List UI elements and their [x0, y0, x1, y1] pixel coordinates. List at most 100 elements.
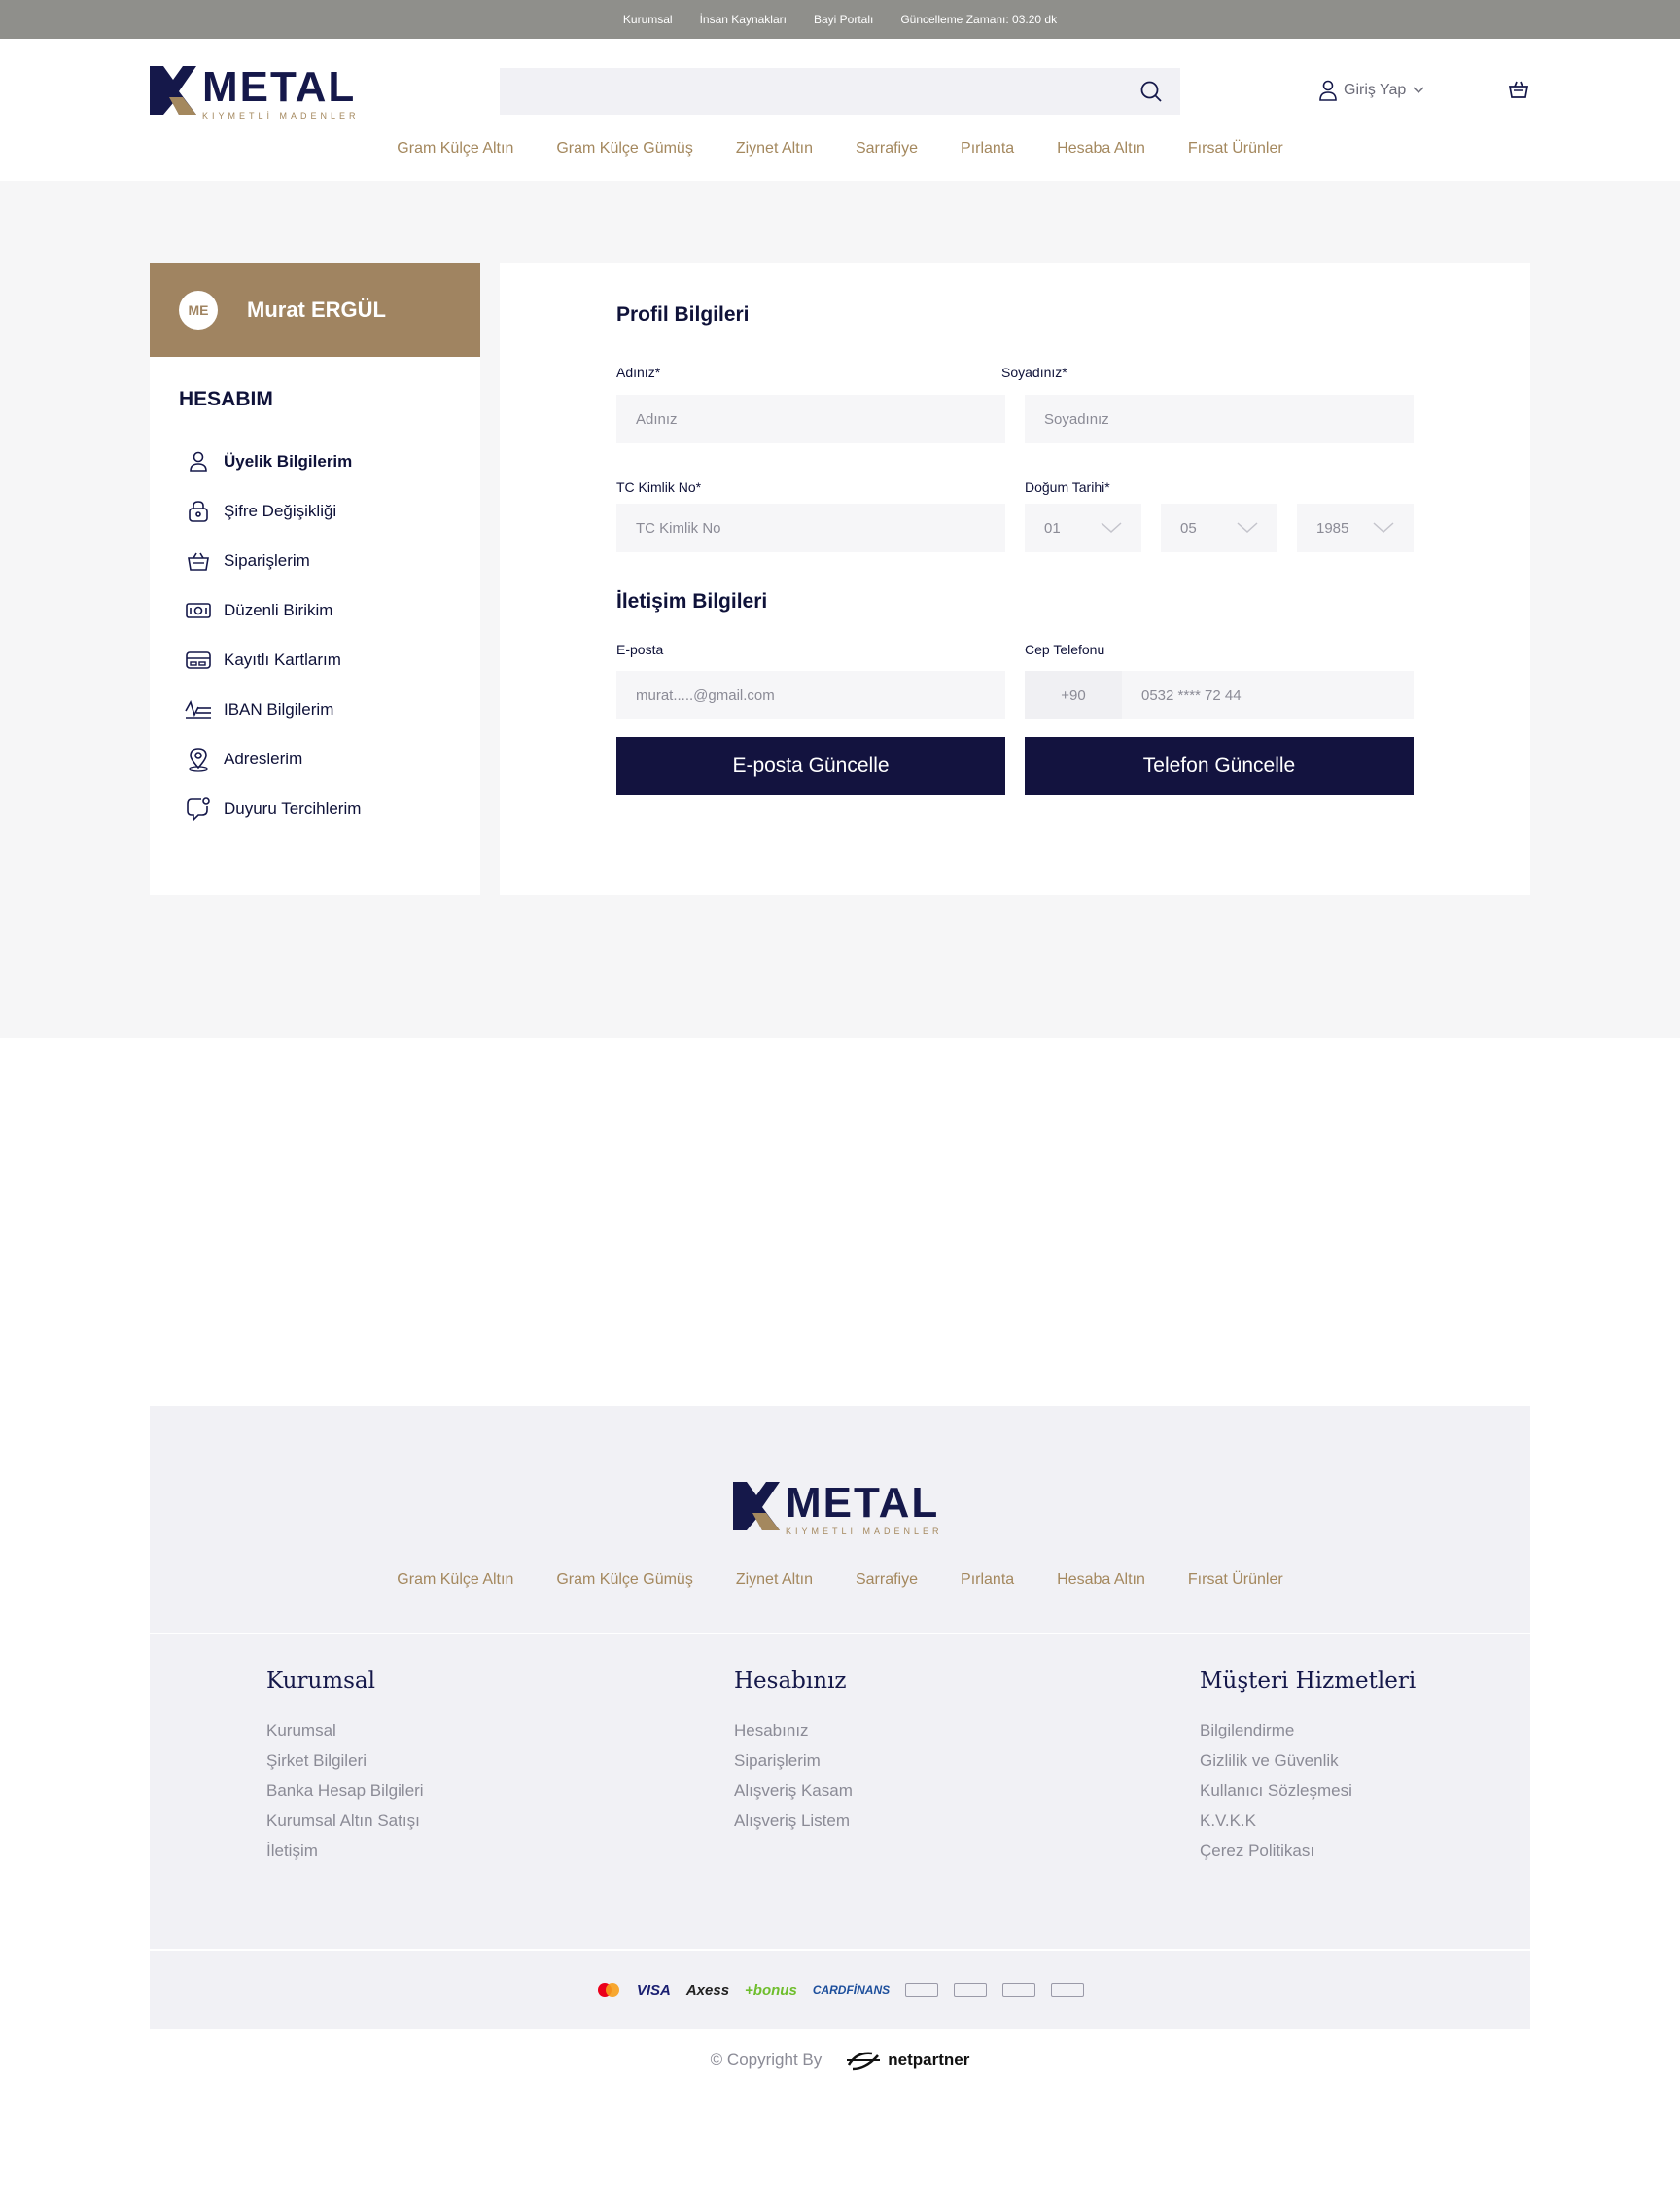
axess-logo: Axess	[685, 1982, 730, 1999]
footer-link[interactable]: Hesabınız	[734, 1721, 853, 1751]
sidebar-item-adresler[interactable]: Adreslerim	[150, 734, 480, 784]
first-name-field[interactable]: Adınız	[616, 395, 1005, 443]
mastercard-icon	[597, 1983, 619, 1997]
footer-link[interactable]: K.V.K.K	[1200, 1811, 1416, 1842]
login-label: Giriş Yap	[1344, 82, 1407, 98]
last-name-field[interactable]: Soyadınız	[1025, 395, 1414, 443]
footer-nav-item[interactable]: Gram Külçe Altın	[397, 1571, 513, 1589]
footer-nav: Gram Külçe Altın Gram Külçe Gümüş Ziynet…	[0, 1571, 1680, 1589]
last-name-label: Soyadınız*	[1001, 365, 1068, 380]
site-logo[interactable]: METAL KIYMETLİ MADENLER	[150, 66, 360, 121]
site-header: METAL KIYMETLİ MADENLER Giriş Yap	[0, 39, 1680, 181]
topbar-link-ik[interactable]: İnsan Kaynakları	[700, 0, 787, 39]
card-brand-icon	[954, 1983, 988, 1997]
footer-link[interactable]: Alışveriş Kasam	[734, 1781, 853, 1811]
sidebar-item-duzenli-birikim[interactable]: Düzenli Birikim	[150, 585, 480, 635]
nav-item-ziynet-altin[interactable]: Ziynet Altın	[736, 140, 813, 158]
footer-nav-item[interactable]: Pırlanta	[961, 1571, 1014, 1589]
nav-item-sarrafiye[interactable]: Sarrafiye	[856, 140, 918, 158]
partner-logo[interactable]: netpartner	[845, 2048, 969, 2073]
card-brand-icon	[905, 1983, 939, 1997]
footer-link[interactable]: Kurumsal Altın Satışı	[266, 1811, 424, 1842]
footer-nav-item[interactable]: Ziynet Altın	[736, 1571, 813, 1589]
footer-link[interactable]: Gizlilik ve Güvenlik	[1200, 1751, 1416, 1781]
contact-title: İletişim Bilgileri	[616, 590, 768, 613]
footer-link[interactable]: Çerez Politikası	[1200, 1842, 1416, 1872]
footer-column-title: Kurumsal	[266, 1668, 375, 1694]
user-icon	[1319, 80, 1337, 101]
user-name: Murat ERGÜL	[247, 297, 386, 322]
email-update-button[interactable]: E-posta Güncelle	[616, 737, 1005, 795]
tc-field[interactable]: TC Kimlik No	[616, 504, 1005, 552]
tc-label: TC Kimlik No*	[616, 479, 702, 495]
card-icon	[185, 647, 212, 674]
iban-icon	[185, 696, 212, 723]
nav-item-gram-kulce-altin[interactable]: Gram Külçe Altın	[397, 140, 513, 158]
bonus-logo: +bonus	[745, 1982, 797, 1999]
sidebar-item-sifre[interactable]: Şifre Değişikliği	[150, 486, 480, 536]
footer-logo-tagline: KIYMETLİ MADENLER	[786, 1527, 943, 1536]
sidebar-item-siparisler[interactable]: Siparişlerim	[150, 536, 480, 585]
top-bar: Kurumsal İnsan Kaynakları Bayi Portalı G…	[0, 0, 1680, 39]
footer-nav-item[interactable]: Fırsat Ürünler	[1188, 1571, 1283, 1589]
logo-name: METAL	[202, 63, 357, 111]
sidebar-item-duyuru[interactable]: Duyuru Tercihlerim	[150, 784, 480, 833]
footer-link[interactable]: Banka Hesap Bilgileri	[266, 1781, 424, 1811]
footer-nav-item[interactable]: Sarrafiye	[856, 1571, 918, 1589]
footer-column-title: Müşteri Hizmetleri	[1200, 1668, 1417, 1694]
nav-item-hesaba-altin[interactable]: Hesaba Altın	[1057, 140, 1145, 158]
footer-link[interactable]: Siparişlerim	[734, 1751, 853, 1781]
footer-top: METAL KIYMETLİ MADENLER	[150, 1406, 1530, 1633]
logo-tagline: KIYMETLİ MADENLER	[202, 111, 360, 121]
cardfinans-logo: CARDFİNANS	[812, 1983, 891, 1997]
footer-link[interactable]: İletişim	[266, 1842, 424, 1872]
topbar-link-bayi[interactable]: Bayi Portalı	[814, 0, 873, 39]
login-dropdown[interactable]: Giriş Yap	[1318, 80, 1425, 101]
footer-column-hesabiniz: Hesabınız Hesabınız Siparişlerim Alışver…	[734, 1668, 853, 1842]
location-icon	[185, 746, 212, 773]
footer-link[interactable]: Kullanıcı Sözleşmesi	[1200, 1781, 1416, 1811]
birth-day-select[interactable]: 01	[1025, 504, 1141, 552]
email-field[interactable]: murat.....@gmail.com	[616, 671, 1005, 719]
visa-logo: VISA	[636, 1982, 671, 1999]
sidebar-item-uyelik[interactable]: Üyelik Bilgilerim	[150, 437, 480, 486]
footer-link[interactable]: Şirket Bilgileri	[266, 1751, 424, 1781]
chat-notification-icon	[185, 795, 212, 823]
footer-column-musteri: Müşteri Hizmetleri Bilgilendirme Gizlili…	[1200, 1668, 1416, 1872]
footer-column-kurumsal: Kurumsal Kurumsal Şirket Bilgileri Banka…	[266, 1668, 424, 1872]
account-sidebar: ME Murat ERGÜL HESABIM Üyelik Bilgilerim…	[150, 263, 480, 895]
phone-update-button[interactable]: Telefon Güncelle	[1025, 737, 1414, 795]
chevron-down-icon	[1101, 522, 1122, 534]
birth-month-select[interactable]: 05	[1161, 504, 1278, 552]
phone-field[interactable]: 0532 **** 72 44	[1122, 671, 1414, 719]
card-brand-icon	[1051, 1983, 1085, 1997]
footer-column-title: Hesabınız	[734, 1668, 847, 1694]
partner-name: netpartner	[888, 2051, 970, 2069]
nav-item-pirlanta[interactable]: Pırlanta	[961, 140, 1014, 158]
basket-icon[interactable]	[1507, 78, 1530, 101]
copyright-bar: © Copyright By netpartner	[0, 2048, 1680, 2073]
footer-nav-item[interactable]: Hesaba Altın	[1057, 1571, 1145, 1589]
sidebar-item-kartlar[interactable]: Kayıtlı Kartlarım	[150, 635, 480, 684]
topbar-link-kurumsal[interactable]: Kurumsal	[623, 0, 673, 39]
footer-link[interactable]: Kurumsal	[266, 1721, 424, 1751]
chevron-down-icon	[1413, 87, 1424, 94]
footer-link[interactable]: Bilgilendirme	[1200, 1721, 1416, 1751]
logo-mark-icon	[150, 66, 196, 115]
basket-icon	[185, 547, 212, 575]
sidebar-heading: HESABIM	[179, 388, 273, 410]
footer-link[interactable]: Alışveriş Listem	[734, 1811, 853, 1842]
copyright-text: © Copyright By	[710, 2051, 822, 2069]
sidebar-item-iban[interactable]: IBAN Bilgilerim	[150, 684, 480, 734]
birth-year-select[interactable]: 1985	[1297, 504, 1414, 552]
nav-item-gram-kulce-gumus[interactable]: Gram Külçe Gümüş	[556, 140, 692, 158]
nav-item-firsat-urunler[interactable]: Fırsat Ürünler	[1188, 140, 1283, 158]
profile-title: Profil Bilgileri	[616, 303, 750, 326]
phone-label: Cep Telefonu	[1025, 642, 1105, 657]
lock-icon	[185, 498, 212, 525]
footer-nav-item[interactable]: Gram Külçe Gümüş	[556, 1571, 692, 1589]
search-input[interactable]	[500, 68, 1180, 115]
payment-logos: VISA Axess +bonus CARDFİNANS	[150, 1951, 1530, 2029]
search-icon[interactable]	[1139, 80, 1163, 103]
footer-logo[interactable]: METAL KIYMETLİ MADENLER	[733, 1482, 943, 1536]
